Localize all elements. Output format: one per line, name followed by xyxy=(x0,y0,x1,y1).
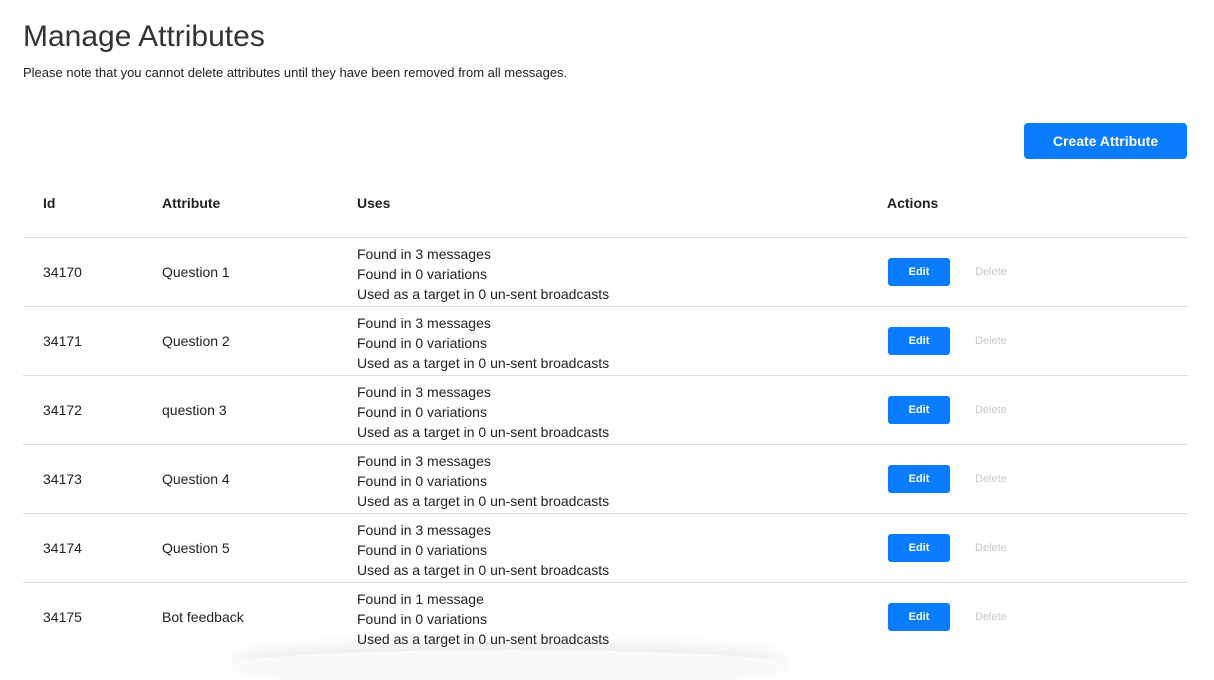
edit-button[interactable]: Edit xyxy=(888,258,950,286)
row-id: 34172 xyxy=(43,402,82,418)
page-note: Please note that you cannot delete attri… xyxy=(23,65,568,80)
delete-button: Delete xyxy=(975,542,1007,554)
row-attribute: Question 1 xyxy=(162,264,230,280)
uses-messages: Found in 3 messages xyxy=(357,246,491,262)
row-id: 34170 xyxy=(43,264,82,280)
row-id: 34171 xyxy=(43,333,82,349)
table-row: 34172 question 3 Found in 3 messages Fou… xyxy=(23,376,1188,445)
delete-button: Delete xyxy=(975,611,1007,623)
uses-variations: Found in 0 variations xyxy=(357,266,487,282)
row-id: 34175 xyxy=(43,609,82,625)
uses-broadcasts: Used as a target in 0 un-sent broadcasts xyxy=(357,631,610,647)
row-uses: Found in 3 messages Found in 0 variation… xyxy=(357,382,609,442)
delete-button: Delete xyxy=(975,266,1007,278)
table-row: 34171 Question 2 Found in 3 messages Fou… xyxy=(23,307,1188,376)
table-row: 34175 Bot feedback Found in 1 message Fo… xyxy=(23,583,1188,651)
uses-broadcasts: Used as a target in 0 un-sent broadcasts xyxy=(357,562,610,578)
uses-messages: Found in 3 messages xyxy=(357,315,491,331)
header-uses: Uses xyxy=(357,195,391,211)
edit-button[interactable]: Edit xyxy=(888,396,950,424)
delete-button: Delete xyxy=(975,404,1007,416)
header-actions: Actions xyxy=(887,195,939,211)
edit-button[interactable]: Edit xyxy=(888,603,950,631)
uses-variations: Found in 0 variations xyxy=(357,404,487,420)
delete-button: Delete xyxy=(975,473,1007,485)
table-row: 34170 Question 1 Found in 3 messages Fou… xyxy=(23,238,1188,307)
page-title: Manage Attributes xyxy=(23,20,265,53)
bottom-overlay-shadow xyxy=(230,650,790,680)
row-attribute: Question 2 xyxy=(162,333,230,349)
uses-broadcasts: Used as a target in 0 un-sent broadcasts xyxy=(357,355,610,371)
row-id: 34173 xyxy=(43,471,82,487)
uses-messages: Found in 3 messages xyxy=(357,384,491,400)
create-attribute-button[interactable]: Create Attribute xyxy=(1024,123,1187,159)
uses-broadcasts: Used as a target in 0 un-sent broadcasts xyxy=(357,493,610,509)
row-uses: Found in 3 messages Found in 0 variation… xyxy=(357,451,609,511)
delete-button: Delete xyxy=(975,335,1007,347)
uses-variations: Found in 0 variations xyxy=(357,611,487,627)
row-attribute: Question 4 xyxy=(162,471,230,487)
row-uses: Found in 3 messages Found in 0 variation… xyxy=(357,520,609,580)
row-uses: Found in 3 messages Found in 0 variation… xyxy=(357,244,609,304)
table-row: 34174 Question 5 Found in 3 messages Fou… xyxy=(23,514,1188,583)
uses-variations: Found in 0 variations xyxy=(357,473,487,489)
row-uses: Found in 3 messages Found in 0 variation… xyxy=(357,313,609,373)
row-uses: Found in 1 message Found in 0 variations… xyxy=(357,589,609,649)
uses-broadcasts: Used as a target in 0 un-sent broadcasts xyxy=(357,286,610,302)
uses-messages: Found in 3 messages xyxy=(357,453,491,469)
table-row: 34173 Question 4 Found in 3 messages Fou… xyxy=(23,445,1188,514)
edit-button[interactable]: Edit xyxy=(888,534,950,562)
uses-messages: Found in 1 message xyxy=(357,591,484,607)
header-id: Id xyxy=(43,195,56,211)
edit-button[interactable]: Edit xyxy=(888,465,950,493)
uses-messages: Found in 3 messages xyxy=(357,522,491,538)
table-header: Id Attribute Uses Actions xyxy=(23,168,1188,238)
row-attribute: Bot feedback xyxy=(162,609,244,625)
header-attribute: Attribute xyxy=(162,195,221,211)
edit-button[interactable]: Edit xyxy=(888,327,950,355)
uses-variations: Found in 0 variations xyxy=(357,335,487,351)
row-attribute: question 3 xyxy=(162,402,227,418)
row-id: 34174 xyxy=(43,540,82,556)
uses-broadcasts: Used as a target in 0 un-sent broadcasts xyxy=(357,424,610,440)
row-attribute: Question 5 xyxy=(162,540,230,556)
uses-variations: Found in 0 variations xyxy=(357,542,487,558)
attributes-table: Id Attribute Uses Actions 34170 Question… xyxy=(23,168,1188,651)
